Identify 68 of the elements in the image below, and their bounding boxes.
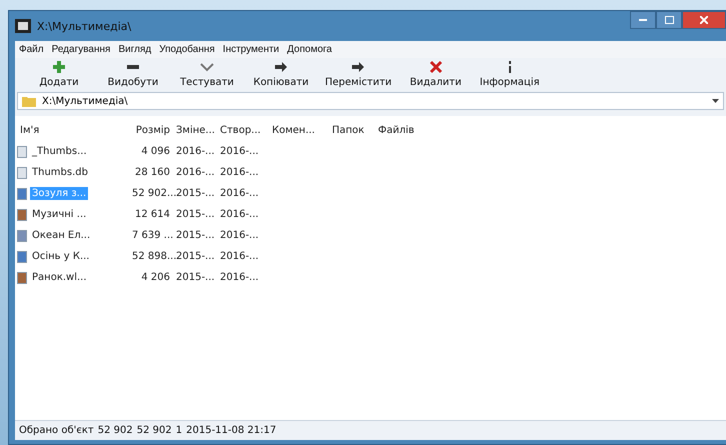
table-cell-text: 2016-... (175, 167, 216, 178)
maximize-button[interactable] (656, 11, 682, 29)
table-cell-text: 2016-... (175, 146, 216, 157)
table-cell-text: 2016-... (219, 146, 260, 157)
file-name[interactable]: _Thumbs... (30, 145, 89, 158)
status-text: Обрано об'єкт (19, 425, 94, 436)
menu-item[interactable]: Уподобання (159, 44, 215, 55)
file-name[interactable]: Музичні ... (30, 208, 88, 221)
table-cell-text: 2016-... (219, 209, 260, 220)
column-header[interactable]: Комен... (269, 125, 329, 136)
file-name[interactable]: Thumbs.db (30, 166, 90, 179)
arrow-icon (351, 60, 366, 74)
menu-item[interactable]: Інструменти (222, 44, 280, 55)
table-cell-text: 2015-... (175, 272, 216, 283)
column-header[interactable]: Розмір (129, 125, 173, 136)
file-name[interactable]: Океан Ел... (30, 229, 92, 242)
table-cell-text: 12 614 (134, 209, 171, 220)
menu-item[interactable]: Редагування (52, 44, 110, 55)
close-icon (700, 16, 708, 24)
menu-item[interactable]: Файл (19, 44, 44, 55)
dropdown-icon (712, 99, 719, 103)
toolbar-button[interactable]: Видобути (99, 60, 167, 88)
menu-item[interactable]: Вигляд (118, 44, 152, 55)
table-cell-text: 52 902... (131, 188, 173, 199)
address-field[interactable]: X:\Мультимедіа\ (17, 92, 724, 110)
table-cell-text: 4 206 (140, 272, 171, 283)
table-cell-text: 2016-... (219, 251, 260, 262)
toolbar-button[interactable]: Тестувати (173, 60, 241, 88)
table-cell-text: 4 096 (140, 146, 171, 157)
folder-icon (22, 95, 36, 107)
column-header[interactable]: Папок (329, 125, 375, 136)
status-text: 52 902 (136, 425, 172, 436)
window-title: X:\Мультимедіа\ (37, 20, 132, 32)
arrow-icon (274, 60, 288, 74)
menu-item[interactable]: Допомога (287, 44, 332, 55)
table-cell-text: 2015-... (175, 230, 216, 241)
status-text: 52 902 (98, 425, 133, 436)
toolbar-button[interactable]: Перемістити (321, 60, 396, 88)
toolbar-button[interactable]: Видалити (402, 60, 470, 88)
table-cell-text: 2016-... (219, 167, 260, 178)
table-cell-text: 2016-... (219, 188, 260, 199)
table-cell-text: 52 898... (131, 251, 173, 262)
plus-icon (52, 60, 66, 74)
column-header[interactable]: Створ... (217, 125, 269, 136)
toolbar-button[interactable]: Інформація (476, 60, 544, 88)
status-text: 2015-11-08 21:17 (186, 425, 276, 436)
info-icon (508, 60, 512, 74)
status-text: 1 (176, 425, 182, 436)
toolbar-button[interactable]: Копіювати (247, 60, 315, 88)
file-name[interactable]: Осінь у К... (30, 250, 92, 263)
table-cell-text: 7 639 ... (131, 230, 173, 241)
app-icon (15, 19, 31, 33)
column-header[interactable]: Зміне... (173, 125, 217, 136)
column-header[interactable]: Файлів (375, 125, 425, 136)
minimize-button[interactable] (630, 11, 656, 29)
maximize-icon (664, 16, 674, 24)
file-name[interactable]: Ранок.wl... (30, 271, 89, 284)
document-icon (17, 146, 27, 158)
table-cell-text: 28 160 (134, 167, 171, 178)
table-cell-text: 2016-... (219, 230, 260, 241)
close-button[interactable] (682, 11, 726, 29)
table-cell-text: 2016-... (219, 272, 260, 283)
document-icon (17, 166, 27, 178)
column-header[interactable]: Ім'я (17, 125, 129, 136)
close-icon (428, 60, 443, 74)
minimize-icon (639, 19, 647, 21)
toolbar-button[interactable]: Додати (25, 60, 93, 88)
table-cell-text: 2015-... (175, 209, 216, 220)
